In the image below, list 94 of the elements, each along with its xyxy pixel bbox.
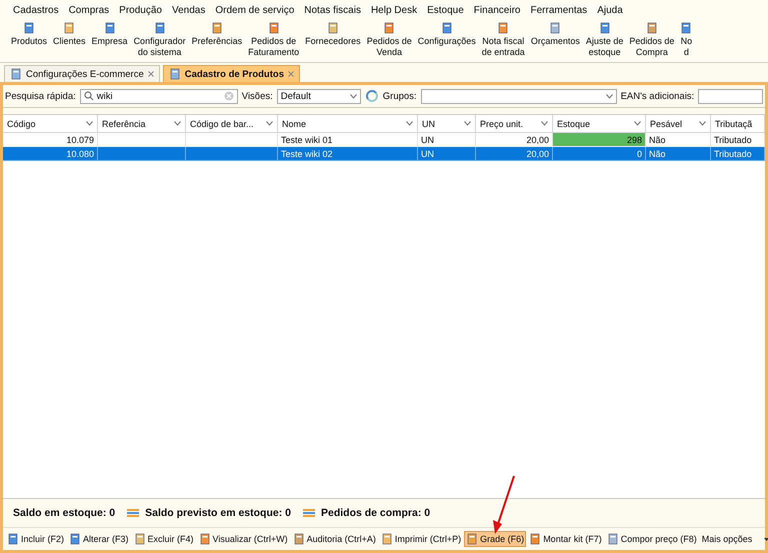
chevron-down-icon[interactable] (464, 121, 471, 126)
chevron-down-icon[interactable] (350, 94, 357, 98)
tab[interactable]: Configurações E-commerce (4, 65, 160, 82)
document-icon (198, 533, 211, 545)
stack-icon (302, 508, 315, 518)
document-icon (69, 533, 82, 545)
toolbar-button[interactable]: Pedidos de Faturamento (245, 20, 302, 60)
chevron-down-icon[interactable] (406, 121, 413, 126)
toolbar-button[interactable]: Configurador do sistema (130, 20, 189, 60)
action-button[interactable]: Montar kit (F7) (527, 531, 604, 547)
column-header[interactable]: Estoque (553, 115, 646, 133)
ean-field[interactable] (698, 88, 763, 104)
menu-item[interactable]: Produção (114, 4, 167, 16)
groups-label: Grupos: (382, 90, 417, 102)
table-cell: Teste wiki 02 (278, 147, 418, 161)
menu-item[interactable]: Ordem de serviço (210, 4, 300, 16)
chevron-down-icon[interactable] (266, 121, 273, 126)
close-icon[interactable] (148, 71, 154, 77)
chevron-down-icon[interactable] (606, 94, 613, 98)
toolbar-button[interactable]: Pedidos de Venda (364, 20, 415, 60)
document-icon (380, 533, 393, 545)
menu-item[interactable]: Notas fiscais (299, 4, 366, 16)
action-button[interactable]: Alterar (F3) (67, 531, 131, 547)
chevron-down-icon[interactable] (174, 121, 181, 126)
document-icon (466, 533, 478, 545)
column-header[interactable]: Código de bar... (186, 115, 278, 133)
ean-label: EAN's adicionais: (620, 90, 694, 102)
menu-item[interactable]: Ajuda (592, 4, 628, 16)
toolbar-button[interactable]: Produtos (8, 20, 50, 49)
chevron-down-icon[interactable] (86, 121, 93, 126)
toolbar-button[interactable]: No d (677, 20, 696, 60)
table-cell: 0 (553, 147, 646, 161)
menu-item[interactable]: Compras (64, 4, 114, 16)
document-icon (168, 68, 181, 80)
toolbar-button[interactable]: Clientes (50, 20, 89, 49)
action-button[interactable]: Visualizar (Ctrl+W) (196, 531, 290, 547)
toolbar-button[interactable]: Fornecedores (302, 20, 364, 49)
action-button[interactable]: Compor preço (F8) (604, 531, 699, 547)
search-label: Pesquisa rápida: (5, 90, 76, 102)
column-header[interactable]: UN (418, 115, 476, 133)
summary-text: Pedidos de compra: 0 (320, 507, 430, 519)
toolbar-button[interactable]: Nota fiscal de entrada (478, 20, 528, 60)
document-icon (134, 533, 146, 545)
menu-item[interactable]: Ferramentas (526, 4, 592, 16)
toolbar-button[interactable]: Configurações (414, 20, 479, 49)
table-cell: 10.080 (3, 147, 98, 161)
column-header[interactable]: Código (3, 115, 98, 133)
views-label: Visões: (242, 90, 273, 102)
column-header[interactable]: Preço unit. (476, 115, 553, 133)
toolbar-button[interactable]: Preferências (188, 20, 246, 49)
groups-dropdown[interactable] (420, 88, 617, 104)
action-button[interactable]: Auditoria (Ctrl+A) (290, 531, 378, 547)
menu-item[interactable]: Vendas (166, 4, 210, 16)
table-cell: UN (418, 147, 476, 161)
tab[interactable]: Cadastro de Produtos (162, 65, 300, 82)
action-button[interactable]: Incluir (F2) (5, 531, 66, 547)
chevron-down-icon[interactable] (541, 121, 548, 126)
action-button[interactable]: Imprimir (Ctrl+P) (378, 531, 464, 547)
document-icon (292, 533, 305, 545)
dropdown-arrow-icon (764, 538, 768, 540)
chevron-down-icon[interactable] (634, 121, 641, 126)
table-row[interactable]: 10.080 Teste wiki 02 UN 20,00 0 Não Tributado (3, 147, 765, 161)
action-button[interactable]: Mais opções (700, 532, 768, 546)
menu-item[interactable]: Cadastros (8, 4, 64, 16)
document-icon (606, 533, 619, 545)
menu-item[interactable]: Help Desk (366, 4, 422, 16)
action-button[interactable]: Grade (F6) (464, 531, 526, 547)
toolbar-button[interactable]: Empresa (88, 20, 131, 49)
column-header[interactable]: Nome (278, 115, 418, 133)
summary-text: Saldo em estoque: 0 (13, 507, 116, 519)
table-cell: Tributado (711, 147, 765, 161)
toolbar-button[interactable]: Ajuste de estoque (582, 20, 626, 60)
summary-text: Saldo previsto em estoque: 0 (145, 507, 291, 519)
document-icon (529, 533, 542, 545)
document-icon (10, 68, 22, 80)
table-cell: 298 (553, 133, 646, 147)
stack-icon (127, 508, 140, 518)
column-header[interactable]: Pesável (646, 115, 711, 133)
search-icon (84, 91, 94, 101)
toolbar-button[interactable]: Orçamentos (528, 20, 583, 49)
table-cell: 20,00 (476, 147, 553, 161)
toolbar-button[interactable]: Pedidos de Compra (626, 20, 678, 60)
table-cell: Não (646, 147, 711, 161)
chevron-down-icon[interactable] (699, 121, 706, 126)
search-field[interactable]: wiki (80, 88, 238, 104)
action-button[interactable]: Excluir (F4) (132, 531, 196, 547)
menu-item[interactable]: Estoque (422, 4, 469, 16)
document-icon (7, 533, 19, 545)
close-icon[interactable] (288, 71, 294, 77)
views-dropdown[interactable]: Default (276, 88, 361, 104)
refresh-icon[interactable] (364, 89, 379, 103)
column-header[interactable]: Referência (98, 115, 186, 133)
menu-item[interactable]: Financeiro (468, 4, 526, 16)
column-header[interactable]: Tributaçã (711, 115, 765, 133)
